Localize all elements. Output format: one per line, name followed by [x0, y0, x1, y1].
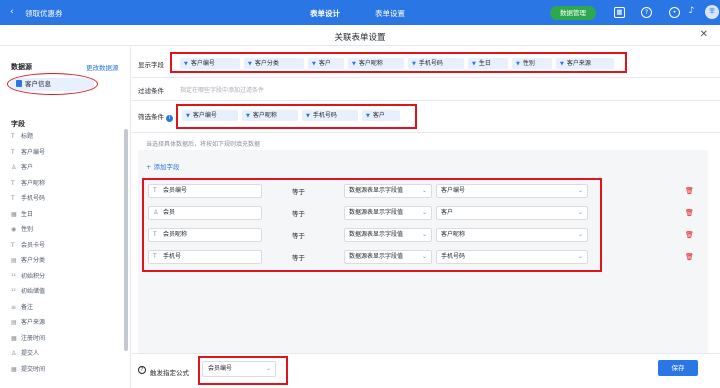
field-label: 初始储值 — [21, 288, 46, 295]
text-icon: T — [11, 179, 15, 187]
help-icon[interactable]: ? — [138, 366, 146, 374]
tab-form-design[interactable]: 表单设计 — [310, 8, 340, 27]
field-label: 生日 — [21, 210, 34, 218]
field-label: 客户编号 — [21, 148, 46, 156]
divider — [132, 132, 720, 133]
field-label: 标题 — [21, 133, 34, 140]
bell-icon[interactable]: • — [669, 7, 680, 18]
field-item[interactable]: ¹² 初始储值 — [11, 284, 123, 300]
search-condition-label: 筛选条件 i — [138, 111, 173, 122]
field-item[interactable]: ▦ 生日 — [11, 207, 123, 223]
field-label: 提交人 — [21, 350, 40, 357]
tab-form-settings[interactable]: 表单设置 — [375, 8, 405, 19]
annotation-box — [170, 52, 627, 73]
number-icon: ¹² — [11, 288, 16, 295]
field-label: 性别 — [21, 226, 34, 233]
qr-code-icon[interactable]: ▦ — [614, 7, 625, 18]
field-label: 客户昵称 — [21, 179, 46, 187]
user-icon: ♙ — [11, 350, 17, 357]
help-icon[interactable]: ? — [641, 7, 652, 18]
settings-main: 显示字段 ▼ 客户编号 ▼ 客户分类 ▼ 客户 ▼ 客户昵称 ▼ 手机号码 ▼ 生日 ▼ 性别… — [132, 47, 720, 388]
text-icon: T — [11, 148, 15, 156]
change-datasource-link[interactable]: 更改数据源 — [86, 62, 119, 72]
field-item[interactable]: T 标题 — [11, 129, 123, 145]
fill-hint: 当选择具体数据后，将按如下规则填充数据 — [146, 141, 261, 148]
field-label: 会员卡号 — [21, 241, 46, 249]
field-item[interactable]: ▦ 提交时间 — [11, 362, 123, 378]
select-icon: ▤ — [11, 257, 17, 264]
dialog-footer: ? 触发指定公式 会员编号 ⌄ 保存 — [132, 353, 720, 388]
number-icon: ¹² — [11, 272, 16, 280]
field-item[interactable]: ▤ 客户分类 — [11, 253, 123, 269]
add-field-button[interactable]: + 添加字段 — [146, 161, 180, 171]
delete-icon[interactable]: 🗑 — [685, 253, 694, 261]
top-nav-bar: ‹ 领取优惠券 表单设计 表单设置 数据管理 ▦ ? • ♪ 菲 — [0, 0, 720, 27]
calendar-icon: ▦ — [11, 334, 17, 342]
field-label: 客户 — [21, 164, 34, 171]
field-item[interactable]: ▤ 客户来源 — [11, 315, 123, 331]
select-icon: ▤ — [11, 319, 17, 326]
save-button[interactable]: 保存 — [658, 360, 698, 376]
filter-placeholder[interactable]: 指定在哪些字段中添加过滤条件 — [180, 85, 264, 94]
text-icon: T — [11, 133, 15, 140]
field-label: 备注 — [21, 303, 34, 311]
field-label: 客户分类 — [21, 257, 46, 264]
field-label: 注册时间 — [21, 334, 46, 342]
sidebar-scrollbar[interactable] — [124, 129, 128, 351]
annotation-box — [198, 356, 288, 385]
display-fields-label: 显示字段 — [138, 61, 164, 69]
field-item[interactable]: T 客户编号 — [11, 145, 123, 161]
trigger-formula-label: 触发指定公式 — [150, 369, 189, 377]
datasource-label: 数据源 — [11, 63, 32, 71]
calendar-icon: ▦ — [11, 365, 17, 373]
dialog-header: 关联表单设置 ✕ — [0, 25, 720, 46]
divider — [132, 100, 720, 101]
delete-icon[interactable]: 🗑 — [685, 187, 694, 195]
data-manage-button[interactable]: 数据管理 — [550, 6, 596, 20]
field-item[interactable]: ♙ 客户 — [11, 160, 123, 176]
field-sidebar: 数据源 更改数据源 客户信息 字段 T 标题 T 客户编号 ♙ 客户 T 客户昵称 T手… — [0, 47, 131, 388]
notification-bell-icon[interactable]: ♪ — [686, 7, 697, 18]
annotation-oval — [7, 73, 98, 95]
delete-icon[interactable]: 🗑 — [685, 231, 694, 239]
text-icon: T — [11, 195, 15, 202]
field-item[interactable]: ▦ 注册时间 — [11, 331, 123, 347]
app-title: 领取优惠券 — [25, 9, 63, 18]
fields-heading: 字段 — [11, 120, 25, 128]
avatar[interactable]: 菲 — [705, 5, 719, 19]
field-label: 初始积分 — [21, 272, 46, 280]
field-item[interactable]: ♙ 提交人 — [11, 346, 123, 362]
field-list: T 标题 T 客户编号 ♙ 客户 T 客户昵称 T 手机号码 ▦ 生日 ◉ 性别 T 会员卡号 … — [11, 129, 123, 377]
field-label: 客户来源 — [21, 319, 46, 326]
search-condition-text: 筛选条件 — [138, 113, 164, 121]
field-item[interactable]: T 客户昵称 — [11, 176, 123, 192]
field-item[interactable]: ◉ 性别 — [11, 222, 123, 238]
divider — [132, 77, 720, 78]
radio-icon: ◉ — [11, 226, 17, 233]
annotation-box — [176, 104, 417, 129]
user-icon: ♙ — [11, 164, 17, 171]
dialog-title: 关联表单设置 — [334, 33, 386, 43]
info-icon[interactable]: i — [166, 115, 173, 122]
filter-label: 过滤条件 — [138, 87, 164, 95]
calendar-icon: ▦ — [11, 210, 17, 218]
field-item[interactable]: ≡ 备注 — [11, 300, 123, 316]
chevron-left-icon[interactable]: ‹ — [10, 7, 14, 17]
field-label: 手机号码 — [21, 195, 46, 202]
annotation-box — [142, 178, 602, 272]
textarea-icon: ≡ — [11, 303, 17, 311]
field-item[interactable]: T 会员卡号 — [11, 238, 123, 254]
delete-icon[interactable]: 🗑 — [685, 209, 694, 217]
field-label: 提交时间 — [21, 365, 46, 373]
field-item[interactable]: T 手机号码 — [11, 191, 123, 207]
text-icon: T — [11, 241, 15, 249]
close-icon[interactable]: ✕ — [700, 29, 708, 40]
field-item[interactable]: ¹² 初始积分 — [11, 269, 123, 285]
